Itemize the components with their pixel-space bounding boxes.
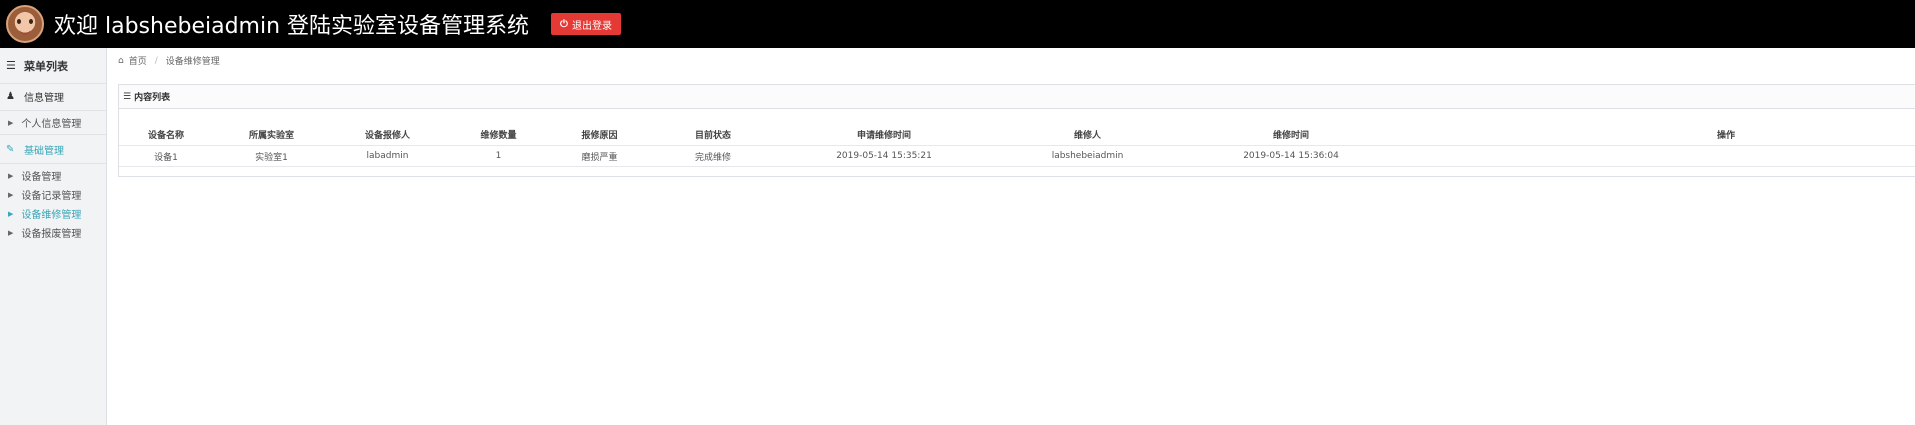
welcome-text: 欢迎 labshebeiadmin 登陆实验室设备管理系统 [54,14,530,39]
sidebar-item-device[interactable]: ▶ 设备管理 [0,166,106,185]
breadcrumb-home[interactable]: 首页 [129,54,147,67]
divider [0,134,106,135]
column-header: 报修原因 [581,130,618,141]
column-header: 维修人 [1073,130,1101,141]
breadcrumb-current: 设备维修管理 [165,57,220,67]
column-header: 维修时间 [1272,130,1309,141]
logout-button[interactable]: ⏻ 退出登录 [551,13,621,35]
column-header: 设备名称 [147,130,184,141]
table-cell: 设备1 [154,152,178,163]
sidebar-item-device-scrap[interactable]: ▶ 设备报废管理 [0,223,106,242]
column-header: 申请维修时间 [856,130,911,141]
repair-table: 设备名称 所属实验室 设备报修人 维修数量 报修原因 目前状态 申请维修时间 维… [119,123,1915,167]
caret-right-icon: ▶ [8,228,14,237]
list-icon: ☰ [6,59,16,72]
divider [0,163,106,164]
caret-right-icon: ▶ [8,118,14,127]
sidebar-group-basic[interactable]: ✎ 基础管理 [0,137,106,161]
logout-label: 退出登录 [571,20,612,32]
table-cell: labshebeiadmin [1051,151,1124,161]
table-cell: 1 [495,151,502,161]
table-cell: 实验室1 [255,152,288,163]
caret-right-icon: ▶ [8,190,14,199]
list-icon: ☰ [123,91,132,102]
content-panel: ☰ 内容列表 设备名称 所属实验室 设备报修人 维修数量 报修原因 目前状态 申… [118,84,1915,177]
column-header: 目前状态 [694,130,731,141]
column-header: 维修数量 [480,130,517,141]
table-cell: 2019-05-14 15:35:21 [836,151,932,161]
table-cell: labadmin [366,151,409,161]
sidebar-group-info[interactable]: ♟ 信息管理 [0,84,106,108]
column-header: 设备报修人 [364,130,410,141]
power-icon: ⏻ [560,18,568,30]
menu-title: ☰ 菜单列表 [0,48,106,84]
top-header: 欢迎 labshebeiadmin 登陆实验室设备管理系统 ⏻ 退出登录 [0,0,1915,48]
breadcrumb: ⌂ 首页 / 设备维修管理 [118,54,220,68]
sidebar-item-device-repair[interactable]: ▶ 设备维修管理 [0,204,106,223]
home-icon: ⌂ [118,55,124,66]
caret-right-icon: ▶ [8,171,14,180]
edit-icon: ✎ [6,143,15,155]
column-header: 所属实验室 [248,130,294,141]
table-header-row: 设备名称 所属实验室 设备报修人 维修数量 报修原因 目前状态 申请维修时间 维… [119,123,1915,145]
column-header: 操作 [1716,130,1735,141]
table-cell: 2019-05-14 15:36:04 [1243,151,1339,161]
panel-title: 内容列表 [134,93,171,103]
table-cell: 磨损严重 [581,152,618,163]
divider [0,110,106,111]
panel-header: ☰ 内容列表 [119,85,1915,109]
sidebar-item-personal-info[interactable]: ▶ 个人信息管理 [0,113,106,132]
sidebar: ☰ 菜单列表 ♟ 信息管理 ▶ 个人信息管理 ✎ 基础管理 ▶ 设备管理 ▶ 设… [0,48,107,425]
breadcrumb-separator: / [154,55,158,66]
table-row[interactable]: 设备1 实验室1 labadmin 1 磨损严重 完成维修 2019-05-14… [119,145,1915,167]
table-cell: 完成维修 [694,152,731,163]
user-avatar [6,5,44,43]
user-icon: ♟ [6,90,15,102]
sidebar-item-device-record[interactable]: ▶ 设备记录管理 [0,185,106,204]
caret-right-icon: ▶ [8,209,14,218]
